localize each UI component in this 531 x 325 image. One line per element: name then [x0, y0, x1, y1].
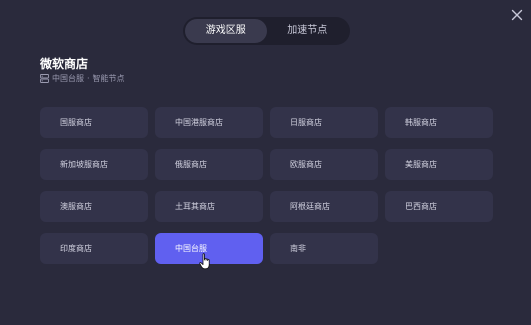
region-au[interactable]: 澳服商店: [40, 191, 148, 222]
region-us[interactable]: 美服商店: [385, 149, 493, 180]
region-tr[interactable]: 土耳其商店: [155, 191, 263, 222]
current-node: 智能节点: [92, 73, 125, 83]
region-sg[interactable]: 新加坡服商店: [40, 149, 148, 180]
region-hk[interactable]: 中国港服商店: [155, 107, 263, 138]
region-cn[interactable]: 国服商店: [40, 107, 148, 138]
current-region: 中国台服: [52, 73, 84, 83]
region-kr[interactable]: 韩服商店: [385, 107, 493, 138]
region-ar[interactable]: 阿根廷商店: [270, 191, 378, 222]
store-title: 微软商店: [40, 57, 89, 71]
separator: ·: [87, 73, 90, 83]
close-icon: [509, 7, 525, 23]
tab-switcher: 游戏区服 加速节点: [183, 17, 350, 45]
server-icon: [40, 73, 49, 83]
region-grid: 国服商店 中国港服商店 日服商店 韩服商店 新加坡服商店 俄服商店 欧服商店 美…: [40, 107, 493, 264]
region-tw[interactable]: 中国台服: [155, 233, 263, 264]
tab-game-region[interactable]: 游戏区服: [185, 19, 267, 43]
region-ru[interactable]: 俄服商店: [155, 149, 263, 180]
region-eu[interactable]: 欧服商店: [270, 149, 378, 180]
region-jp[interactable]: 日服商店: [270, 107, 378, 138]
tab-acceleration-node[interactable]: 加速节点: [267, 19, 349, 43]
region-za[interactable]: 南非: [270, 233, 378, 264]
region-br[interactable]: 巴西商店: [385, 191, 493, 222]
store-subtitle: 中国台服 · 智能节点: [40, 72, 125, 84]
region-in[interactable]: 印度商店: [40, 233, 148, 264]
close-button[interactable]: [509, 7, 525, 23]
